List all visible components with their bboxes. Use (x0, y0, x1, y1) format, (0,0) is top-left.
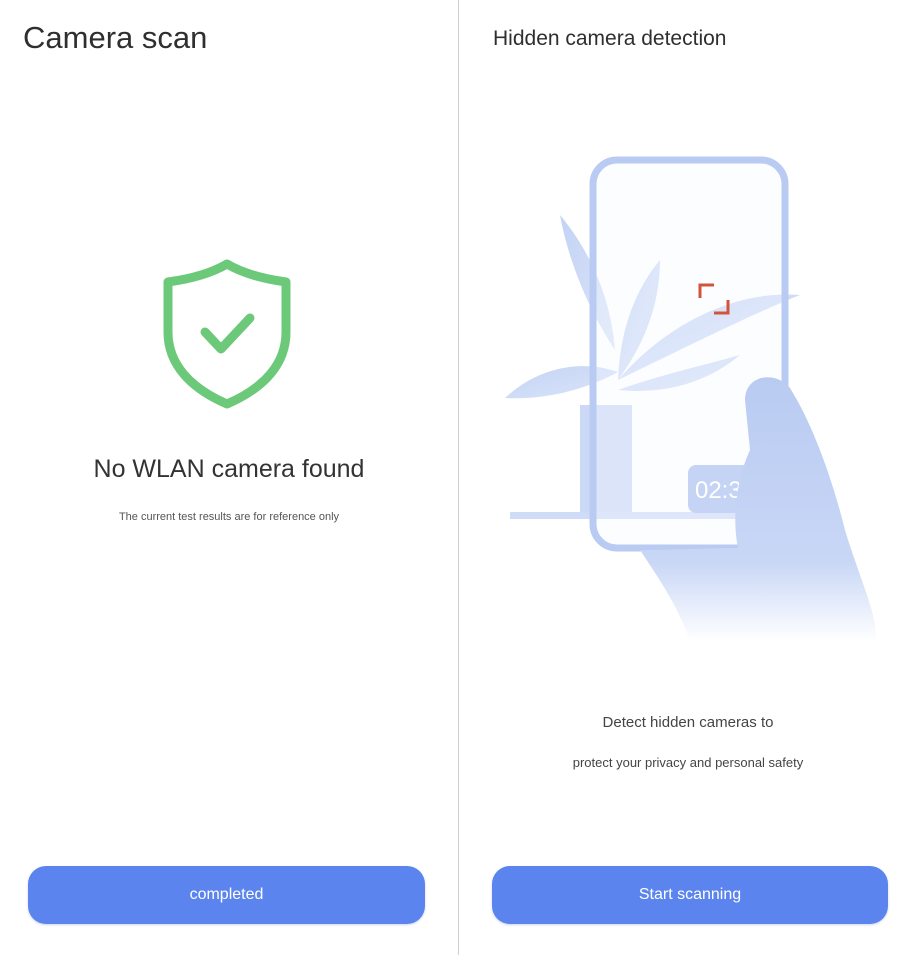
hidden-camera-detection-panel: Hidden camera detection 02:36 Detect hid… (459, 0, 917, 955)
hand-holding-phone-icon: 02:36 (505, 156, 876, 642)
result-title: No WLAN camera found (93, 455, 365, 483)
camera-scan-panel: Camera scan No WLAN camera found The cur… (0, 0, 458, 955)
description-line-1: Detect hidden cameras to (602, 714, 774, 731)
page-title: Camera scan (23, 20, 208, 55)
result-note: The current test results are for referen… (118, 511, 340, 523)
completed-button[interactable]: completed (28, 866, 425, 924)
start-scanning-button[interactable]: Start scanning (492, 866, 888, 924)
description-line-2: protect your privacy and personal safety (572, 755, 804, 770)
page-title: Hidden camera detection (493, 27, 727, 50)
shield-check-icon (163, 259, 291, 409)
